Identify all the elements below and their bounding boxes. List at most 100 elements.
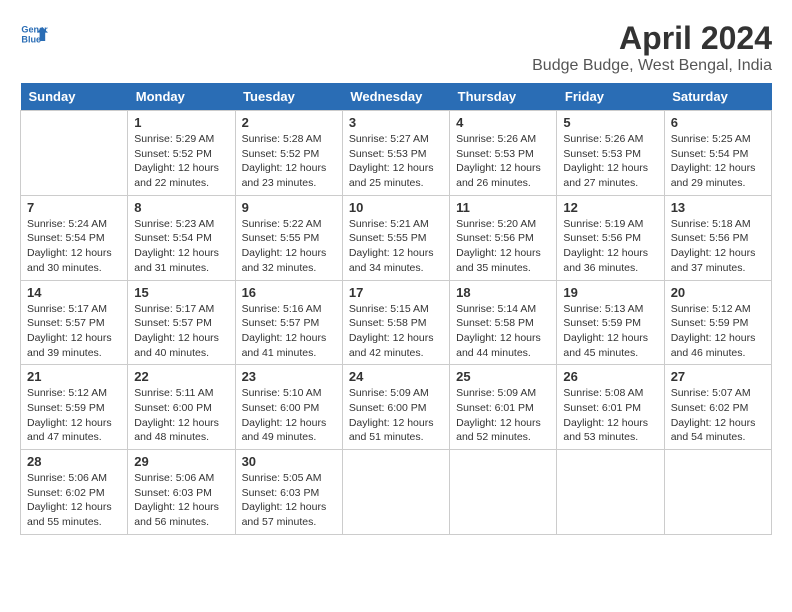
day-info: Sunrise: 5:25 AM Sunset: 5:54 PM Dayligh… (671, 132, 765, 191)
day-info: Sunrise: 5:23 AM Sunset: 5:54 PM Dayligh… (134, 217, 228, 276)
calendar-cell (342, 450, 449, 535)
calendar-cell: 26 Sunrise: 5:08 AM Sunset: 6:01 PM Dayli… (557, 365, 664, 450)
day-info: Sunrise: 5:24 AM Sunset: 5:54 PM Dayligh… (27, 217, 121, 276)
day-info: Sunrise: 5:05 AM Sunset: 6:03 PM Dayligh… (242, 471, 336, 530)
calendar-cell (21, 111, 128, 196)
logo-icon: General Blue (20, 20, 48, 48)
week-row-1: 7Sunrise: 5:24 AM Sunset: 5:54 PM Daylig… (21, 195, 772, 280)
calendar-cell: 16Sunrise: 5:16 AM Sunset: 5:57 PM Dayli… (235, 280, 342, 365)
day-number: 11 (456, 200, 550, 215)
day-number: 17 (349, 285, 443, 300)
calendar-cell: 14Sunrise: 5:17 AM Sunset: 5:57 PM Dayli… (21, 280, 128, 365)
day-number: 28 (27, 454, 121, 469)
calendar-cell: 15Sunrise: 5:17 AM Sunset: 5:57 PM Dayli… (128, 280, 235, 365)
weekday-header-saturday: Saturday (664, 83, 771, 111)
day-number: 1 (134, 115, 228, 130)
calendar-cell: 29 Sunrise: 5:06 AM Sunset: 6:03 PM Dayli… (128, 450, 235, 535)
day-number: 22 (134, 369, 228, 384)
day-number: 23 (242, 369, 336, 384)
day-number: 21 (27, 369, 121, 384)
calendar-table: SundayMondayTuesdayWednesdayThursdayFrid… (20, 83, 772, 535)
day-number: 9 (242, 200, 336, 215)
calendar-cell: 28Sunrise: 5:06 AM Sunset: 6:02 PM Dayli… (21, 450, 128, 535)
day-number: 24 (349, 369, 443, 384)
day-number: 2 (242, 115, 336, 130)
title-block: April 2024 Budge Budge, West Bengal, Ind… (532, 20, 772, 75)
calendar-cell (664, 450, 771, 535)
weekday-header-sunday: Sunday (21, 83, 128, 111)
day-number: 6 (671, 115, 765, 130)
calendar-cell: 19 Sunrise: 5:13 AM Sunset: 5:59 PM Dayli… (557, 280, 664, 365)
day-info: Sunrise: 5:28 AM Sunset: 5:52 PM Dayligh… (242, 132, 336, 191)
calendar-cell: 9 Sunrise: 5:22 AM Sunset: 5:55 PM Daylig… (235, 195, 342, 280)
calendar-cell: 5 Sunrise: 5:26 AM Sunset: 5:53 PM Daylig… (557, 111, 664, 196)
day-number: 19 (563, 285, 657, 300)
day-info: Sunrise: 5:09 AM Sunset: 6:01 PM Dayligh… (456, 386, 550, 445)
day-info: Sunrise: 5:18 AM Sunset: 5:56 PM Dayligh… (671, 217, 765, 276)
calendar-cell: 24Sunrise: 5:09 AM Sunset: 6:00 PM Dayli… (342, 365, 449, 450)
day-info: Sunrise: 5:12 AM Sunset: 5:59 PM Dayligh… (27, 386, 121, 445)
day-info: Sunrise: 5:12 AM Sunset: 5:59 PM Dayligh… (671, 302, 765, 361)
day-info: Sunrise: 5:07 AM Sunset: 6:02 PM Dayligh… (671, 386, 765, 445)
day-number: 4 (456, 115, 550, 130)
day-number: 8 (134, 200, 228, 215)
weekday-header-wednesday: Wednesday (342, 83, 449, 111)
calendar-cell: 17 Sunrise: 5:15 AM Sunset: 5:58 PM Dayli… (342, 280, 449, 365)
calendar-cell: 18 Sunrise: 5:14 AM Sunset: 5:58 PM Dayli… (450, 280, 557, 365)
day-number: 14 (27, 285, 121, 300)
calendar-cell: 3 Sunrise: 5:27 AM Sunset: 5:53 PM Daylig… (342, 111, 449, 196)
subtitle: Budge Budge, West Bengal, India (532, 57, 772, 75)
day-info: Sunrise: 5:14 AM Sunset: 5:58 PM Dayligh… (456, 302, 550, 361)
day-number: 3 (349, 115, 443, 130)
calendar-cell: 21 Sunrise: 5:12 AM Sunset: 5:59 PM Dayli… (21, 365, 128, 450)
header: General Blue April 2024 Budge Budge, Wes… (20, 20, 772, 75)
day-info: Sunrise: 5:21 AM Sunset: 5:55 PM Dayligh… (349, 217, 443, 276)
calendar-cell: 11 Sunrise: 5:20 AM Sunset: 5:56 PM Dayli… (450, 195, 557, 280)
calendar-cell (557, 450, 664, 535)
calendar-cell: 25 Sunrise: 5:09 AM Sunset: 6:01 PM Dayli… (450, 365, 557, 450)
weekday-header-monday: Monday (128, 83, 235, 111)
day-number: 25 (456, 369, 550, 384)
svg-text:Blue: Blue (21, 34, 41, 44)
day-number: 26 (563, 369, 657, 384)
day-number: 10 (349, 200, 443, 215)
calendar-cell: 12Sunrise: 5:19 AM Sunset: 5:56 PM Dayli… (557, 195, 664, 280)
calendar-cell: 8 Sunrise: 5:23 AM Sunset: 5:54 PM Daylig… (128, 195, 235, 280)
week-row-4: 28Sunrise: 5:06 AM Sunset: 6:02 PM Dayli… (21, 450, 772, 535)
calendar-cell: 2 Sunrise: 5:28 AM Sunset: 5:52 PM Daylig… (235, 111, 342, 196)
calendar-cell: 23Sunrise: 5:10 AM Sunset: 6:00 PM Dayli… (235, 365, 342, 450)
calendar-cell: 7Sunrise: 5:24 AM Sunset: 5:54 PM Daylig… (21, 195, 128, 280)
weekday-header-thursday: Thursday (450, 83, 557, 111)
weekday-header-tuesday: Tuesday (235, 83, 342, 111)
calendar-cell: 10 Sunrise: 5:21 AM Sunset: 5:55 PM Dayli… (342, 195, 449, 280)
calendar-cell: 30 Sunrise: 5:05 AM Sunset: 6:03 PM Dayli… (235, 450, 342, 535)
day-info: Sunrise: 5:13 AM Sunset: 5:59 PM Dayligh… (563, 302, 657, 361)
day-info: Sunrise: 5:26 AM Sunset: 5:53 PM Dayligh… (563, 132, 657, 191)
day-number: 18 (456, 285, 550, 300)
day-number: 29 (134, 454, 228, 469)
day-info: Sunrise: 5:20 AM Sunset: 5:56 PM Dayligh… (456, 217, 550, 276)
calendar-cell: 6 Sunrise: 5:25 AM Sunset: 5:54 PM Daylig… (664, 111, 771, 196)
day-info: Sunrise: 5:22 AM Sunset: 5:55 PM Dayligh… (242, 217, 336, 276)
day-info: Sunrise: 5:11 AM Sunset: 6:00 PM Dayligh… (134, 386, 228, 445)
day-info: Sunrise: 5:15 AM Sunset: 5:58 PM Dayligh… (349, 302, 443, 361)
day-info: Sunrise: 5:08 AM Sunset: 6:01 PM Dayligh… (563, 386, 657, 445)
day-info: Sunrise: 5:06 AM Sunset: 6:03 PM Dayligh… (134, 471, 228, 530)
day-info: Sunrise: 5:29 AM Sunset: 5:52 PM Dayligh… (134, 132, 228, 191)
weekday-header-row: SundayMondayTuesdayWednesdayThursdayFrid… (21, 83, 772, 111)
day-info: Sunrise: 5:27 AM Sunset: 5:53 PM Dayligh… (349, 132, 443, 191)
calendar-cell: 22 Sunrise: 5:11 AM Sunset: 6:00 PM Dayli… (128, 365, 235, 450)
calendar-cell (450, 450, 557, 535)
day-number: 15 (134, 285, 228, 300)
weekday-header-friday: Friday (557, 83, 664, 111)
week-row-3: 21 Sunrise: 5:12 AM Sunset: 5:59 PM Dayli… (21, 365, 772, 450)
page-container: General Blue April 2024 Budge Budge, Wes… (20, 20, 772, 535)
day-info: Sunrise: 5:16 AM Sunset: 5:57 PM Dayligh… (242, 302, 336, 361)
day-info: Sunrise: 5:26 AM Sunset: 5:53 PM Dayligh… (456, 132, 550, 191)
day-info: Sunrise: 5:19 AM Sunset: 5:56 PM Dayligh… (563, 217, 657, 276)
day-number: 27 (671, 369, 765, 384)
logo: General Blue (20, 20, 48, 48)
day-number: 5 (563, 115, 657, 130)
day-number: 30 (242, 454, 336, 469)
calendar-cell: 27 Sunrise: 5:07 AM Sunset: 6:02 PM Dayli… (664, 365, 771, 450)
